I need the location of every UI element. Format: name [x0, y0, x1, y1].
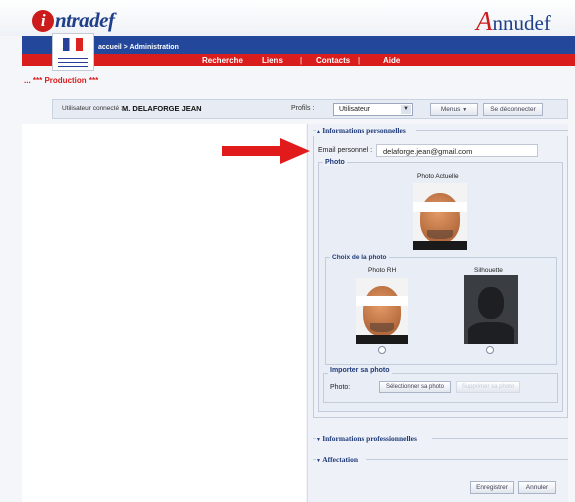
silhouette-image[interactable] [464, 275, 518, 344]
environment-label: ... *** Production *** [24, 76, 99, 85]
chevron-down-icon: ▼ [401, 105, 411, 114]
nav-separator: | [300, 56, 303, 65]
affectation-legend-label: Affectation [322, 455, 359, 464]
pro-legend-label: Informations professionnelles [322, 434, 417, 443]
legend-rule [432, 438, 568, 439]
intradef-logo[interactable]: i ntradef [32, 8, 115, 33]
page: i ntradef Annudef accueil > Administratio… [0, 0, 575, 502]
photo-rh-image[interactable] [356, 278, 408, 344]
cancel-button[interactable]: Annuler [518, 481, 556, 494]
intradef-logo-letter: i [32, 10, 54, 32]
menus-button[interactable]: Menus ▼ [430, 103, 478, 116]
red-arrow-icon [222, 138, 310, 164]
email-field[interactable]: delaforge.jean@gmail.com [376, 144, 538, 157]
nav-item-recherche[interactable]: Recherche [202, 56, 243, 65]
perso-legend[interactable]: ▲ Informations personnelles [316, 126, 406, 135]
import-photo-label: Photo: [330, 384, 351, 391]
menus-button-label: Menus [440, 106, 461, 113]
save-button[interactable]: Enregistrer [470, 481, 514, 494]
silhouette-body-icon [468, 322, 514, 344]
nav-item-liens[interactable]: Liens [262, 56, 283, 65]
logout-button[interactable]: Se déconnecter [483, 103, 543, 116]
intradef-logo-text: ntradef [55, 8, 115, 32]
breadcrumb[interactable]: accueil > Administration [98, 44, 179, 51]
email-label: Email personnel : [318, 147, 373, 154]
photo-section-title: Photo [323, 159, 347, 166]
profil-select-value: Utilisateur [339, 106, 371, 113]
current-photo [413, 183, 467, 250]
legend-rule [416, 130, 568, 131]
nav-separator: | [358, 56, 361, 65]
perso-legend-label: Informations personnelles [322, 126, 406, 135]
profil-select[interactable]: Utilisateur ▼ [333, 103, 413, 116]
current-photo-label: Photo Actuelle [417, 173, 459, 180]
import-photo-title: Importer sa photo [328, 367, 392, 374]
affectation-legend[interactable]: ▼ Affectation [316, 455, 358, 464]
select-photo-button[interactable]: Sélectionner sa photo [379, 381, 451, 393]
silhouette-radio[interactable] [486, 346, 494, 354]
nav-bar-red [22, 54, 575, 66]
profil-label: Profils : [291, 105, 315, 112]
silhouette-label: Silhouette [474, 267, 503, 274]
left-panel [22, 124, 306, 502]
nav-item-aide[interactable]: Aide [383, 56, 400, 65]
pro-legend[interactable]: ▼ Informations professionnelles [316, 434, 417, 443]
nav-item-contacts[interactable]: Contacts [316, 56, 350, 65]
choose-photo-title: Choix de la photo [330, 254, 389, 261]
delete-photo-button[interactable]: Supprimer sa photo [456, 381, 520, 393]
annudef-logo-text: nnudef [492, 11, 551, 35]
annudef-logo-letter: A [476, 6, 493, 36]
silhouette-head-icon [478, 287, 504, 319]
photo-rh-label: Photo RH [368, 267, 397, 274]
ministry-emblem-icon [52, 33, 94, 71]
annudef-logo[interactable]: Annudef [476, 6, 551, 37]
legend-rule [366, 459, 568, 460]
connected-user-name: M. DELAFORGE JEAN [122, 104, 202, 113]
connected-user-label: Utilisateur connecté : [62, 105, 123, 112]
caret-down-icon: ▼ [462, 107, 468, 113]
photo-rh-radio[interactable] [378, 346, 386, 354]
